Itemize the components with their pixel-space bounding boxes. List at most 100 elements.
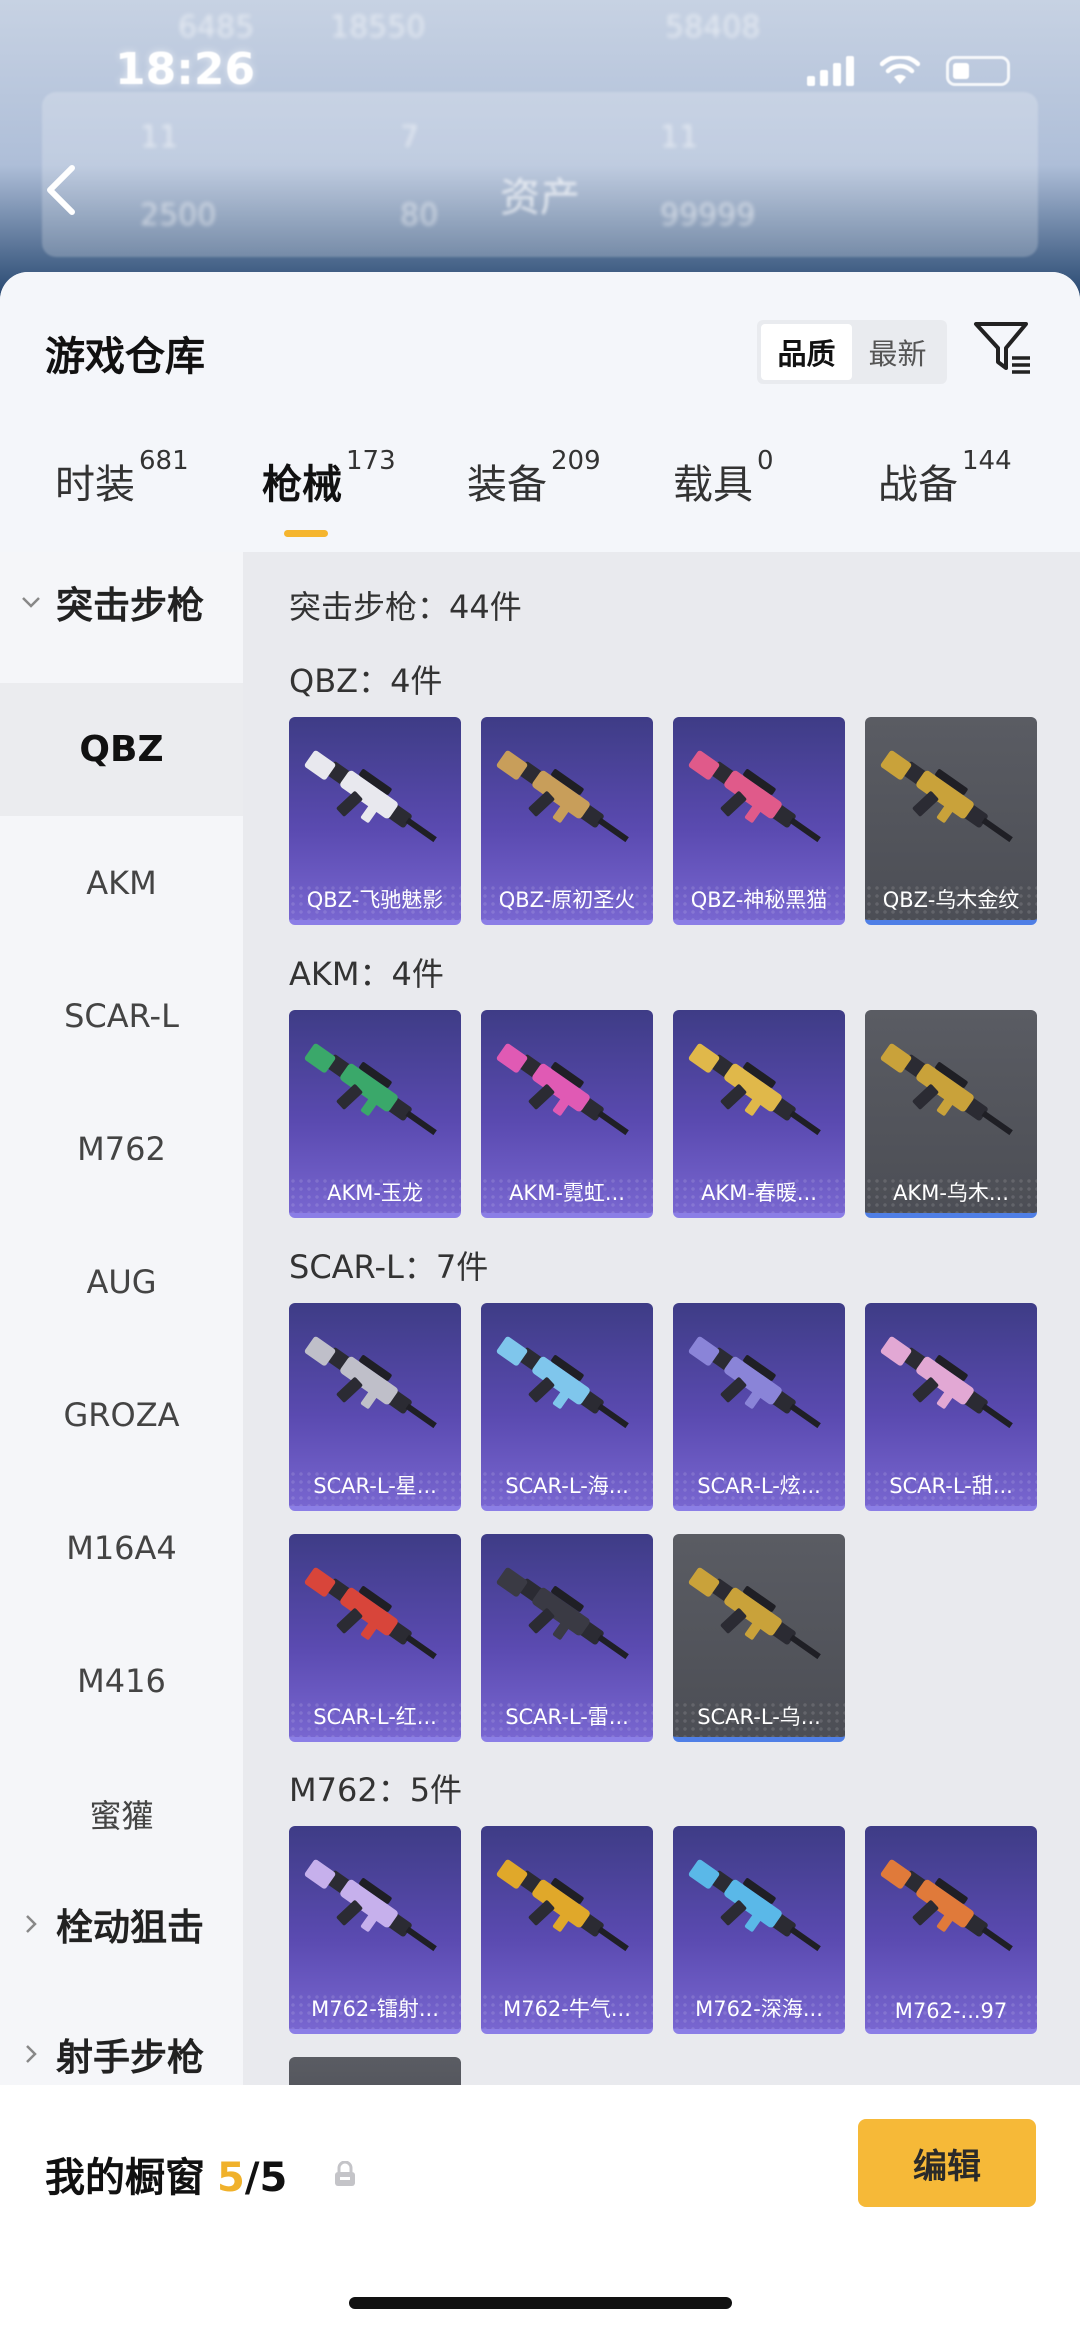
- weapon-card[interactable]: SCAR-L-星...: [289, 1303, 461, 1511]
- tab-weapons[interactable]: 枪械 173: [262, 446, 396, 510]
- showcase-current: 5: [217, 2155, 245, 2201]
- warehouse-sheet: 游戏仓库 品质 最新 时装 681 枪械 173 装备 209 载具 0 战备 …: [0, 272, 1080, 2337]
- weapon-card[interactable]: SCAR-L-雷...: [481, 1534, 653, 1742]
- sort-quality[interactable]: 品质: [761, 324, 852, 380]
- weapon-name: M762-深海...: [695, 1997, 823, 2021]
- chevron-right-icon: [26, 1915, 37, 1933]
- sidebar-item-honey-badger[interactable]: 蜜獾: [0, 1747, 243, 1880]
- tab-count: 0: [757, 446, 774, 476]
- weapon-card[interactable]: AKM-乌木...: [865, 1010, 1037, 1218]
- top-header: 6485 18550 58408 11 7 11 2500 80 99999 1…: [0, 0, 1080, 300]
- tab-gear[interactable]: 战备 144: [878, 446, 1012, 510]
- blurred-stat: 6485: [178, 10, 255, 45]
- rifle-icon: [688, 1859, 821, 1952]
- home-indicator: [349, 2297, 732, 2309]
- tab-count: 209: [551, 446, 601, 476]
- weapon-card[interactable]: QBZ-原初圣火: [481, 717, 653, 925]
- rifle-icon: [304, 750, 437, 843]
- sidebar-item-m762[interactable]: M762: [0, 1082, 243, 1215]
- tab-label: 枪械: [262, 462, 342, 508]
- rifle-icon: [496, 1336, 629, 1429]
- weapon-name: SCAR-L-炫...: [697, 1474, 821, 1498]
- tab-label: 时装: [55, 462, 135, 508]
- sidebar-item-m416[interactable]: M416: [0, 1614, 243, 1747]
- chevron-right-icon: [26, 2045, 37, 2063]
- sort-toggle: 品质 最新: [757, 320, 947, 384]
- weapon-card[interactable]: SCAR-L-海...: [481, 1303, 653, 1511]
- rifle-icon: [880, 1336, 1013, 1429]
- rifle-icon: [496, 1859, 629, 1952]
- tab-fashion[interactable]: 时装 681: [55, 446, 189, 510]
- showcase-label: 我的橱窗 5 / 5: [45, 2145, 287, 2203]
- rifle-icon: [304, 1859, 437, 1952]
- active-tab-indicator: [284, 530, 328, 537]
- weapon-grid: 突击步枪：44件 QBZ：4件 QBZ-飞驰魅影 QBZ-原初圣火 QBZ-神秘…: [243, 552, 1080, 2092]
- section-header-scar-l: SCAR-L：7件: [289, 1248, 489, 1286]
- blurred-stat: 18550: [330, 10, 426, 45]
- rifle-icon: [496, 750, 629, 843]
- edit-button[interactable]: 编辑: [858, 2119, 1036, 2207]
- sidebar-item-m16a4[interactable]: M16A4: [0, 1481, 243, 1614]
- weapon-card[interactable]: QBZ-神秘黑猫: [673, 717, 845, 925]
- showcase-total: 5: [259, 2155, 288, 2201]
- rifle-icon: [688, 750, 821, 843]
- weapon-card[interactable]: SCAR-L-红...: [289, 1534, 461, 1742]
- rifle-icon: [880, 750, 1013, 843]
- sidebar-group-assault-rifle[interactable]: 突击步枪: [0, 552, 243, 652]
- rifle-icon: [880, 1859, 1013, 1952]
- weapon-card[interactable]: M762-...97: [865, 1826, 1037, 2034]
- blurred-stat: 7: [400, 120, 420, 155]
- sidebar-item-scar-l[interactable]: SCAR-L: [0, 949, 243, 1082]
- sidebar-item-akm[interactable]: AKM: [0, 816, 243, 949]
- rifle-icon: [304, 1336, 437, 1429]
- filter-icon[interactable]: [972, 318, 1032, 378]
- weapon-name: QBZ-原初圣火: [498, 888, 636, 912]
- status-time: 18:26: [115, 44, 256, 95]
- weapon-name: SCAR-L-星...: [313, 1474, 437, 1498]
- weapon-card[interactable]: AKM-春暖...: [673, 1010, 845, 1218]
- rifle-icon: [880, 1043, 1013, 1136]
- rifle-icon: [688, 1336, 821, 1429]
- weapon-card[interactable]: QBZ-飞驰魅影: [289, 717, 461, 925]
- showcase-title: 我的橱窗: [45, 2155, 205, 2201]
- weapon-card[interactable]: AKM-霓虹...: [481, 1010, 653, 1218]
- rifle-icon: [304, 1043, 437, 1136]
- wifi-icon: [880, 56, 920, 84]
- rifle-icon: [688, 1567, 821, 1660]
- rifle-icon: [496, 1567, 629, 1660]
- rifle-icon: [496, 1043, 629, 1136]
- weapon-card[interactable]: SCAR-L-乌...: [673, 1534, 845, 1742]
- rifle-icon: [688, 1043, 821, 1136]
- tab-equipment[interactable]: 装备 209: [467, 446, 601, 510]
- weapon-name: M762-镭射...: [311, 1997, 439, 2021]
- weapon-card[interactable]: QBZ-乌木金纹: [865, 717, 1037, 925]
- sidebar-item-groza[interactable]: GROZA: [0, 1348, 243, 1481]
- weapon-name: SCAR-L-乌...: [697, 1705, 821, 1729]
- signal-icon: [807, 56, 854, 86]
- weapon-name: AKM-春暖...: [701, 1181, 817, 1205]
- weapon-card[interactable]: SCAR-L-炫...: [673, 1303, 845, 1511]
- sidebar-item-qbz[interactable]: QBZ: [0, 683, 243, 816]
- weapon-name: SCAR-L-红...: [313, 1705, 437, 1729]
- sort-newest[interactable]: 最新: [852, 324, 943, 380]
- tab-vehicles[interactable]: 载具 0: [673, 446, 774, 510]
- weapon-name: QBZ-乌木金纹: [882, 888, 1020, 912]
- weapon-card[interactable]: AKM-玉龙: [289, 1010, 461, 1218]
- tab-count: 681: [139, 446, 189, 476]
- section-header-m762: M762：5件: [289, 1771, 463, 1809]
- sidebar-group-bolt-sniper[interactable]: 栓动狙击: [0, 1874, 243, 1974]
- blurred-stat: 11: [660, 120, 699, 155]
- rifle-icon: [304, 1567, 437, 1660]
- weapon-name: AKM-玉龙: [327, 1181, 423, 1205]
- weapon-name: AKM-乌木...: [893, 1181, 1009, 1205]
- weapon-name: QBZ-神秘黑猫: [690, 888, 828, 912]
- weapon-card[interactable]: M762-牛气...: [481, 1826, 653, 2034]
- warehouse-header: 游戏仓库 品质 最新 时装 681 枪械 173 装备 209 载具 0 战备 …: [0, 272, 1080, 552]
- sidebar-item-aug[interactable]: AUG: [0, 1215, 243, 1348]
- weapon-name: M762-...97: [894, 1999, 1008, 2023]
- showcase-bar: 我的橱窗 5 / 5 编辑: [0, 2085, 1080, 2337]
- weapon-card[interactable]: M762-镭射...: [289, 1826, 461, 2034]
- blurred-stat: 11: [140, 120, 179, 155]
- weapon-card[interactable]: M762-深海...: [673, 1826, 845, 2034]
- weapon-card[interactable]: SCAR-L-甜...: [865, 1303, 1037, 1511]
